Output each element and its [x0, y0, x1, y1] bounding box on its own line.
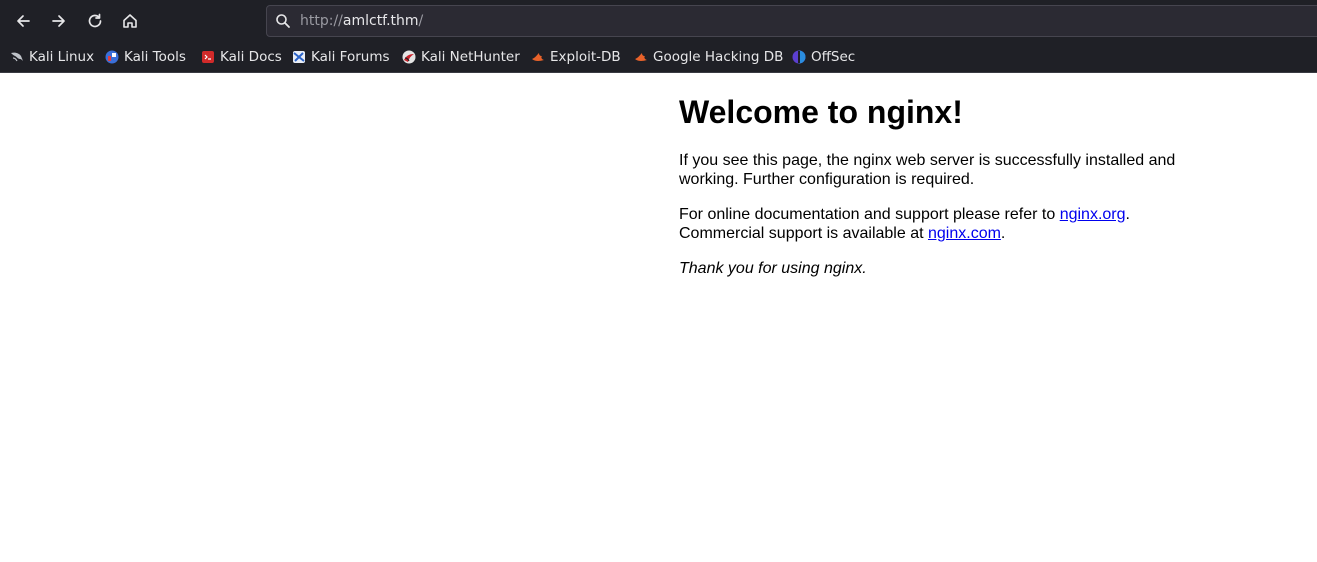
nginx-com-link[interactable]: nginx.com: [928, 225, 1001, 242]
nginx-org-link[interactable]: nginx.org: [1060, 206, 1126, 223]
address-bar[interactable]: http://amlctf.thm/: [266, 5, 1317, 37]
bookmark-label: Exploit-DB: [550, 49, 621, 65]
bookmark-label: Kali Docs: [220, 49, 282, 65]
bookmark-exploit-db[interactable]: Exploit-DB: [531, 47, 621, 67]
home-button[interactable]: [115, 6, 145, 36]
nethunter-icon: [402, 50, 416, 64]
kali-docs-icon: [202, 51, 214, 63]
bookmark-google-hacking-db[interactable]: Google Hacking DB: [634, 47, 783, 67]
commercial-period: .: [1000, 225, 1006, 242]
bookmark-offsec[interactable]: OffSec: [792, 47, 855, 67]
thank-you-message: Thank you for using nginx.: [679, 259, 1199, 278]
url-protocol: http://: [300, 13, 343, 29]
commercial-text: Commercial support is available at: [679, 225, 928, 242]
page-content: Welcome to nginx! If you see this page, …: [679, 73, 1199, 278]
bookmarks-toolbar: Kali Linux Kali Tools Kali Docs Kali For…: [0, 44, 1317, 70]
docs-text: For online documentation and support ple…: [679, 206, 1060, 223]
reload-icon: [88, 13, 102, 28]
page-heading: Welcome to nginx!: [679, 94, 963, 130]
bookmark-label: Google Hacking DB: [653, 49, 784, 65]
ghdb-icon: [635, 53, 647, 61]
bookmark-label: Kali Forums: [311, 49, 390, 65]
bookmark-label: OffSec: [811, 49, 856, 65]
browser-chrome: http://amlctf.thm/ Kali Linux Kali Tools: [0, 0, 1317, 73]
docs-paragraph: For online documentation and support ple…: [679, 205, 1199, 243]
reload-button[interactable]: [80, 6, 110, 36]
bookmark-label: Kali Tools: [124, 49, 186, 65]
bookmark-kali-forums[interactable]: Kali Forums: [292, 47, 390, 67]
url-text[interactable]: http://amlctf.thm/: [300, 13, 423, 29]
kali-tools-icon: [105, 50, 119, 64]
search-icon: [276, 14, 290, 28]
back-button[interactable]: [8, 6, 38, 36]
kali-forums-icon: [293, 51, 305, 63]
bookmark-label: Kali NetHunter: [421, 49, 520, 65]
navigation-toolbar: http://amlctf.thm/: [0, 0, 1317, 42]
offsec-icon: [792, 50, 806, 64]
url-host: amlctf.thm: [342, 13, 419, 29]
docs-period: .: [1125, 206, 1130, 223]
url-path: /: [418, 13, 424, 29]
bookmark-kali-tools[interactable]: Kali Tools: [105, 47, 186, 67]
install-message: If you see this page, the nginx web serv…: [679, 152, 1176, 188]
back-arrow-icon: [17, 15, 30, 27]
forward-button[interactable]: [44, 6, 74, 36]
bookmark-kali-docs[interactable]: Kali Docs: [201, 47, 282, 67]
bookmark-kali-nethunter[interactable]: Kali NetHunter: [402, 47, 520, 67]
home-icon: [123, 14, 137, 28]
bookmark-kali-linux[interactable]: Kali Linux: [10, 47, 94, 67]
forward-arrow-icon: [52, 15, 65, 27]
bookmark-label: Kali Linux: [29, 49, 95, 65]
kali-dragon-icon: [11, 52, 23, 62]
thank-you-text: Thank you for using nginx.: [679, 260, 867, 277]
exploit-db-icon: [532, 53, 544, 61]
